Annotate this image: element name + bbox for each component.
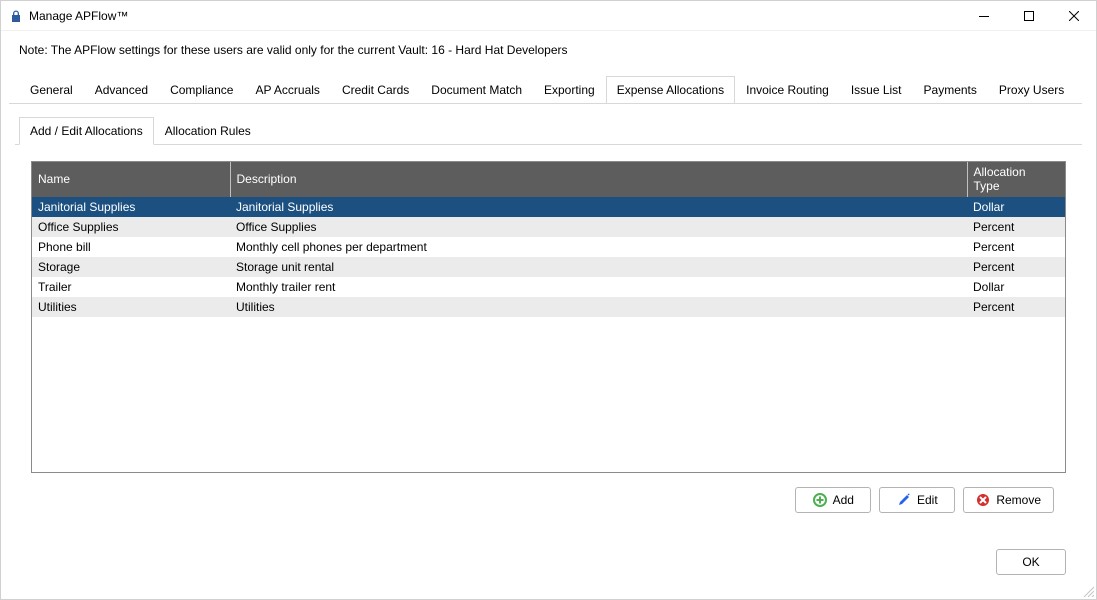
cell-allocation-type: Dollar [967, 197, 1065, 217]
cell-allocation-type: Dollar [967, 277, 1065, 297]
cell-description: Monthly trailer rent [230, 277, 967, 297]
sub-tab[interactable]: Add / Edit Allocations [19, 117, 154, 145]
lock-icon [9, 9, 23, 23]
sub-panel-add-edit: Name Description Allocation Type Janitor… [15, 145, 1082, 525]
cell-allocation-type: Percent [967, 217, 1065, 237]
col-header-allocation-type[interactable]: Allocation Type [967, 162, 1065, 197]
resize-grip-icon[interactable] [1082, 585, 1094, 597]
add-button-label: Add [833, 493, 854, 507]
main-tab[interactable]: Payments [913, 76, 988, 104]
cell-description: Monthly cell phones per department [230, 237, 967, 257]
cell-name: Phone bill [32, 237, 230, 257]
ok-button[interactable]: OK [996, 549, 1066, 575]
col-header-name[interactable]: Name [32, 162, 230, 197]
window-minimize-button[interactable] [961, 1, 1006, 31]
sub-tab[interactable]: Allocation Rules [154, 117, 262, 145]
cell-description: Janitorial Supplies [230, 197, 967, 217]
plus-icon [813, 493, 827, 507]
main-tab[interactable]: AP Accruals [244, 76, 330, 104]
cell-name: Utilities [32, 297, 230, 317]
edit-button[interactable]: Edit [879, 487, 955, 513]
main-tab[interactable]: Quick Notes [1075, 76, 1082, 104]
maximize-icon [1024, 11, 1034, 21]
table-row[interactable]: Phone billMonthly cell phones per depart… [32, 237, 1065, 257]
main-tabstrip: GeneralAdvancedComplianceAP AccrualsCred… [9, 75, 1082, 104]
note-text: Note: The APFlow settings for these user… [19, 43, 567, 57]
main-tab[interactable]: Advanced [84, 76, 159, 104]
col-header-alloc-line1: Allocation [974, 165, 1026, 179]
add-button[interactable]: Add [795, 487, 871, 513]
cell-name: Office Supplies [32, 217, 230, 237]
col-header-description[interactable]: Description [230, 162, 967, 197]
pencil-icon [897, 493, 911, 507]
table-row[interactable]: StorageStorage unit rentalPercent [32, 257, 1065, 277]
note-row: Note: The APFlow settings for these user… [1, 31, 1096, 61]
main-tab[interactable]: Expense Allocations [606, 76, 735, 104]
main-tab[interactable]: General [19, 76, 84, 104]
table-header-row: Name Description Allocation Type [32, 162, 1065, 197]
table-row[interactable]: Office SuppliesOffice SuppliesPercent [32, 217, 1065, 237]
main-tab[interactable]: Invoice Routing [735, 76, 840, 104]
main-tab[interactable]: Document Match [420, 76, 533, 104]
main-tab[interactable]: Issue List [840, 76, 913, 104]
cell-allocation-type: Percent [967, 297, 1065, 317]
close-icon [1069, 11, 1079, 21]
window-maximize-button[interactable] [1006, 1, 1051, 31]
main-tab[interactable]: Credit Cards [331, 76, 420, 104]
remove-button-label: Remove [996, 493, 1041, 507]
main-tab[interactable]: Compliance [159, 76, 244, 104]
table-row[interactable]: UtilitiesUtilitiesPercent [32, 297, 1065, 317]
minimize-icon [979, 11, 989, 21]
titlebar: Manage APFlow™ [1, 1, 1096, 31]
table-row[interactable]: TrailerMonthly trailer rentDollar [32, 277, 1065, 297]
cell-allocation-type: Percent [967, 237, 1065, 257]
cell-description: Utilities [230, 297, 967, 317]
allocations-table[interactable]: Name Description Allocation Type Janitor… [31, 161, 1066, 473]
cell-name: Storage [32, 257, 230, 277]
cell-description: Storage unit rental [230, 257, 967, 277]
edit-button-label: Edit [917, 493, 938, 507]
col-header-alloc-line2: Type [974, 179, 1000, 193]
window-title: Manage APFlow™ [29, 9, 128, 23]
content-wrap: GeneralAdvancedComplianceAP AccrualsCred… [1, 61, 1096, 599]
dialog-footer: OK [9, 525, 1088, 591]
cell-name: Janitorial Supplies [32, 197, 230, 217]
cell-name: Trailer [32, 277, 230, 297]
ok-button-label: OK [1022, 555, 1039, 569]
cell-description: Office Supplies [230, 217, 967, 237]
main-tab[interactable]: Proxy Users [988, 76, 1075, 104]
row-action-bar: Add Edit Remove [31, 473, 1066, 517]
remove-button[interactable]: Remove [963, 487, 1054, 513]
window-close-button[interactable] [1051, 1, 1096, 31]
remove-icon [976, 493, 990, 507]
table-row[interactable]: Janitorial SuppliesJanitorial SuppliesDo… [32, 197, 1065, 217]
main-tab[interactable]: Exporting [533, 76, 606, 104]
cell-allocation-type: Percent [967, 257, 1065, 277]
sub-tabstrip: Add / Edit AllocationsAllocation Rules [15, 116, 1082, 145]
tab-panel-expense-allocations: Add / Edit AllocationsAllocation Rules N… [9, 104, 1088, 525]
